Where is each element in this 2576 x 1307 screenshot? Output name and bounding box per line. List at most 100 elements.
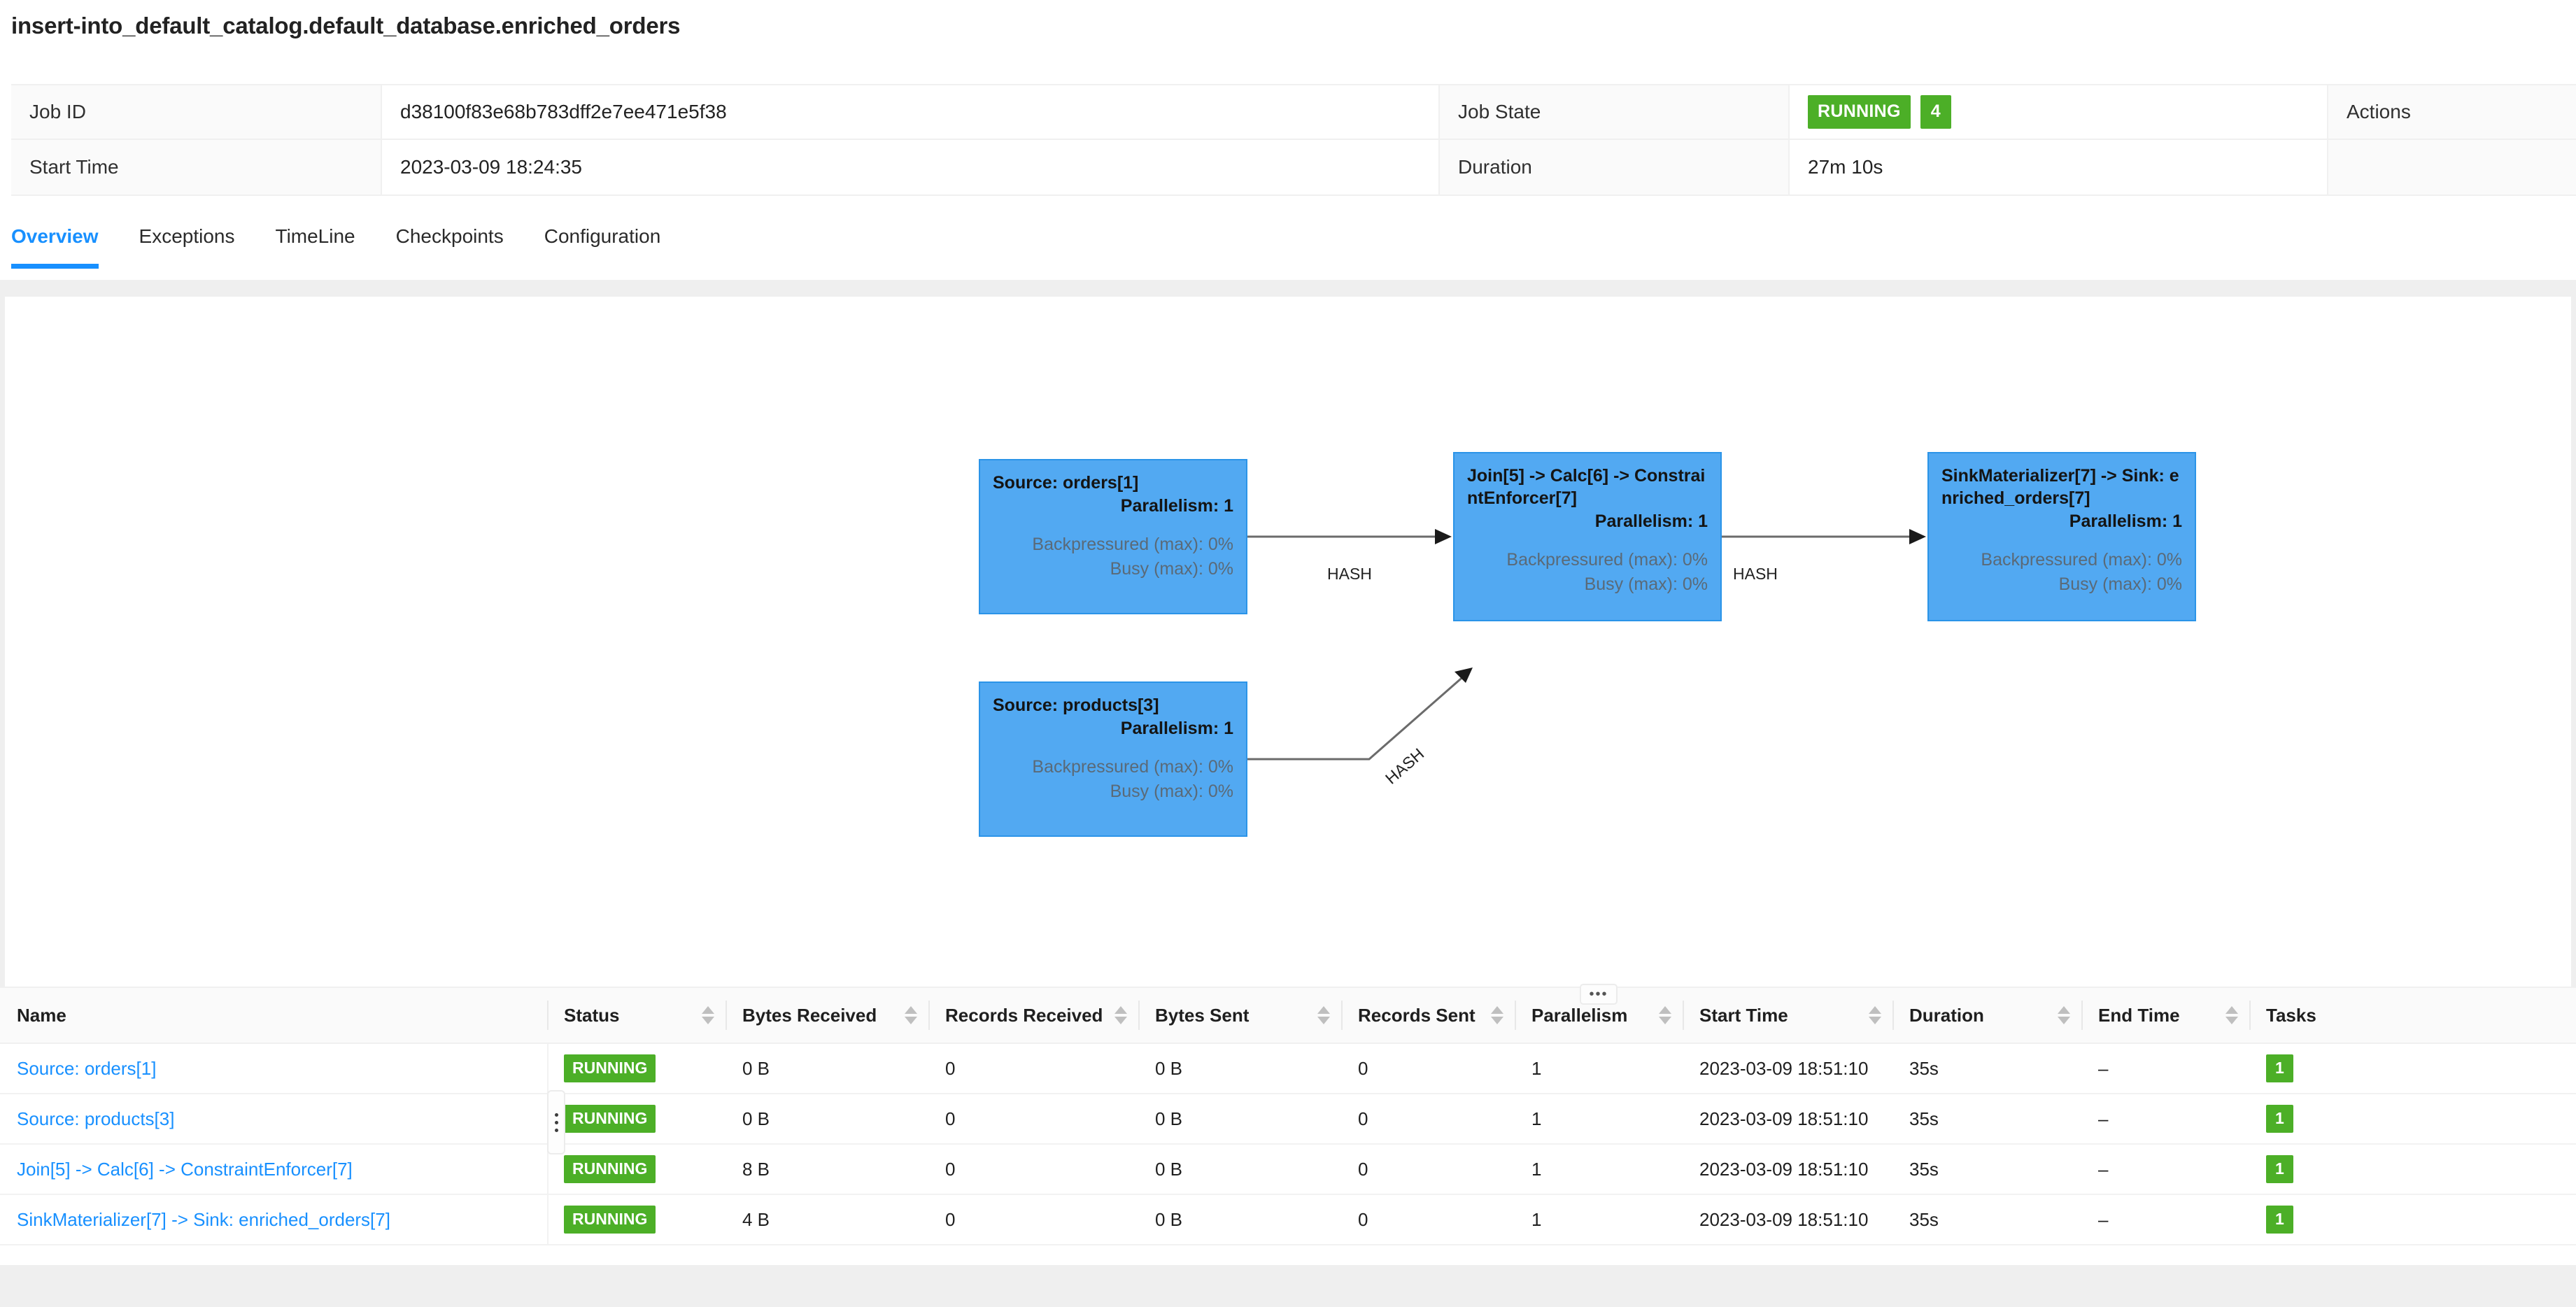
tasks-badge: 1: [2266, 1155, 2293, 1183]
graph-node-parallelism: Parallelism: 1: [1120, 496, 1233, 516]
sort-arrows-icon[interactable]: [1317, 1006, 1330, 1024]
column-header-status-label: Status: [564, 1004, 620, 1026]
graph-node-backpressured: Backpressured (max): 0%: [1981, 550, 2182, 570]
actions-cell-empty: [2328, 140, 2576, 195]
dot: [554, 1120, 558, 1124]
dot: [554, 1128, 558, 1132]
tab-overview[interactable]: Overview: [11, 210, 99, 269]
subtask-status-cell: RUNNING: [547, 1094, 726, 1145]
sort-arrows-icon[interactable]: [905, 1006, 917, 1024]
job-graph-panel[interactable]: Source: orders[1] Parallelism: 1 Backpre…: [5, 297, 2571, 987]
graph-node-busy: Busy (max): 0%: [1584, 574, 1708, 594]
graph-node-title: Source: products[3]: [993, 695, 1159, 715]
graph-node-title: Source: orders[1]: [993, 473, 1139, 493]
subtask-records-received-cell: 0: [928, 1043, 1138, 1094]
status-badge: RUNNING: [564, 1206, 656, 1234]
table-row[interactable]: Source: orders[1] RUNNING 0 B 0 0 B 0 1 …: [0, 1043, 2576, 1094]
tasks-badge: 1: [2266, 1105, 2293, 1133]
subtask-duration-cell: 35s: [1892, 1144, 2081, 1195]
start-time-label: Start Time: [11, 140, 382, 195]
subtask-duration-cell: 35s: [1892, 1043, 2081, 1094]
column-header-end-time-label: End Time: [2098, 1004, 2180, 1026]
graph-node-source-orders[interactable]: Source: orders[1] Parallelism: 1 Backpre…: [979, 459, 1247, 614]
sort-arrows-icon[interactable]: [1659, 1006, 1671, 1024]
edge-label-hash-orders-join: HASH: [1327, 565, 1372, 583]
subtask-start-time-cell: 2023-03-09 18:51:10: [1683, 1094, 1892, 1145]
sort-arrows-icon[interactable]: [2058, 1006, 2070, 1024]
graph-node-source-products[interactable]: Source: products[3] Parallelism: 1 Backp…: [979, 681, 1247, 837]
subtask-bytes-sent-cell: 0 B: [1138, 1194, 1341, 1245]
job-state-value: RUNNING 4: [1790, 85, 2328, 139]
subtasks-table-wrapper: Name Status Bytes Received Records Recei…: [0, 987, 2576, 1266]
panel-resize-handle[interactable]: •••: [1580, 984, 1618, 1005]
table-row[interactable]: Source: products[3] RUNNING 0 B 0 0 B 0 …: [0, 1094, 2576, 1145]
subtask-bytes-received-cell: 8 B: [726, 1144, 928, 1195]
graph-node-title: SinkMaterializer[7] -> Sink: enriched_or…: [1941, 466, 2179, 508]
subtask-start-time-cell: 2023-03-09 18:51:10: [1683, 1043, 1892, 1094]
subtask-tasks-cell: 1: [2249, 1094, 2576, 1145]
subtask-duration-cell: 35s: [1892, 1094, 2081, 1145]
sort-arrows-icon[interactable]: [702, 1006, 714, 1024]
subtask-bytes-sent-cell: 0 B: [1138, 1094, 1341, 1145]
sort-arrows-icon[interactable]: [1491, 1006, 1503, 1024]
table-header-row: Name Status Bytes Received Records Recei…: [0, 987, 2576, 1044]
job-state-label: Job State: [1440, 85, 1790, 139]
subtask-bytes-sent-cell: 0 B: [1138, 1043, 1341, 1094]
subtask-records-sent-cell: 0: [1341, 1144, 1515, 1195]
column-header-end-time[interactable]: End Time: [2081, 987, 2249, 1044]
subtask-name-link[interactable]: Source: orders[1]: [17, 1058, 156, 1079]
subtask-name-link[interactable]: Join[5] -> Calc[6] -> ConstraintEnforcer…: [17, 1159, 353, 1180]
subtask-tasks-cell: 1: [2249, 1144, 2576, 1195]
sort-arrows-icon[interactable]: [2225, 1006, 2238, 1024]
subtask-name-cell: Join[5] -> Calc[6] -> ConstraintEnforcer…: [0, 1144, 547, 1195]
job-state-badges: RUNNING 4: [1808, 95, 1951, 129]
subtask-start-time-cell: 2023-03-09 18:51:10: [1683, 1194, 1892, 1245]
column-header-duration-label: Duration: [1909, 1004, 1984, 1026]
column-header-tasks: Tasks: [2249, 987, 2576, 1044]
column-header-bytes-sent[interactable]: Bytes Sent: [1138, 987, 1341, 1044]
sort-arrows-icon[interactable]: [1869, 1006, 1881, 1024]
status-badge: RUNNING: [1808, 95, 1911, 129]
row-drag-handle[interactable]: [547, 1090, 565, 1154]
tab-checkpoints[interactable]: Checkpoints: [396, 210, 504, 269]
subtask-status-cell: RUNNING: [547, 1043, 726, 1094]
subtask-name-link[interactable]: Source: products[3]: [17, 1108, 174, 1129]
subtask-end-time-cell: –: [2081, 1144, 2249, 1195]
graph-node-join-calc-constraintenforcer[interactable]: Join[5] -> Calc[6] -> ConstraintEnforcer…: [1453, 452, 1722, 621]
graph-node-title: Join[5] -> Calc[6] -> ConstraintEnforcer…: [1467, 466, 1706, 508]
job-id-label: Job ID: [11, 85, 382, 139]
status-badge: RUNNING: [564, 1105, 656, 1133]
page-footer-area: [0, 1265, 2576, 1307]
table-row[interactable]: SinkMaterializer[7] -> Sink: enriched_or…: [0, 1194, 2576, 1245]
subtask-records-sent-cell: 0: [1341, 1094, 1515, 1145]
sort-arrows-icon[interactable]: [1114, 1006, 1127, 1024]
column-header-start-time-label: Start Time: [1699, 1004, 1788, 1026]
task-count-badge: 4: [1920, 95, 1951, 129]
column-header-status[interactable]: Status: [547, 987, 726, 1044]
job-tabs: Overview Exceptions TimeLine Checkpoints…: [0, 210, 2576, 280]
column-header-records-sent[interactable]: Records Sent: [1341, 987, 1515, 1044]
column-header-bytes-received[interactable]: Bytes Received: [726, 987, 928, 1044]
graph-node-busy: Busy (max): 0%: [1110, 782, 1233, 801]
subtask-parallelism-cell: 1: [1515, 1043, 1683, 1094]
subtask-name-link[interactable]: SinkMaterializer[7] -> Sink: enriched_or…: [17, 1209, 390, 1230]
tab-timeline[interactable]: TimeLine: [276, 210, 355, 269]
column-header-name: Name: [0, 987, 547, 1044]
subtasks-table-head: Name Status Bytes Received Records Recei…: [0, 987, 2576, 1044]
subtask-start-time-cell: 2023-03-09 18:51:10: [1683, 1144, 1892, 1195]
subtask-tasks-cell: 1: [2249, 1043, 2576, 1094]
graph-node-sinkmaterializer[interactable]: SinkMaterializer[7] -> Sink: enriched_or…: [1927, 452, 2196, 621]
edge-label-hash-join-sink: HASH: [1733, 565, 1778, 583]
graph-node-busy: Busy (max): 0%: [1110, 559, 1233, 579]
subtask-status-cell: RUNNING: [547, 1144, 726, 1195]
job-info-table: Job ID d38100f83e68b783dff2e7ee471e5f38 …: [11, 84, 2576, 196]
table-row[interactable]: Join[5] -> Calc[6] -> ConstraintEnforcer…: [0, 1144, 2576, 1195]
tab-exceptions[interactable]: Exceptions: [139, 210, 235, 269]
column-header-start-time[interactable]: Start Time: [1683, 987, 1892, 1044]
job-info-row-2: Start Time 2023-03-09 18:24:35 Duration …: [11, 140, 2576, 195]
subtask-records-received-cell: 0: [928, 1144, 1138, 1195]
column-header-records-received[interactable]: Records Received: [928, 987, 1138, 1044]
tab-configuration[interactable]: Configuration: [544, 210, 661, 269]
column-header-duration[interactable]: Duration: [1892, 987, 2081, 1044]
status-badge: RUNNING: [564, 1054, 656, 1082]
